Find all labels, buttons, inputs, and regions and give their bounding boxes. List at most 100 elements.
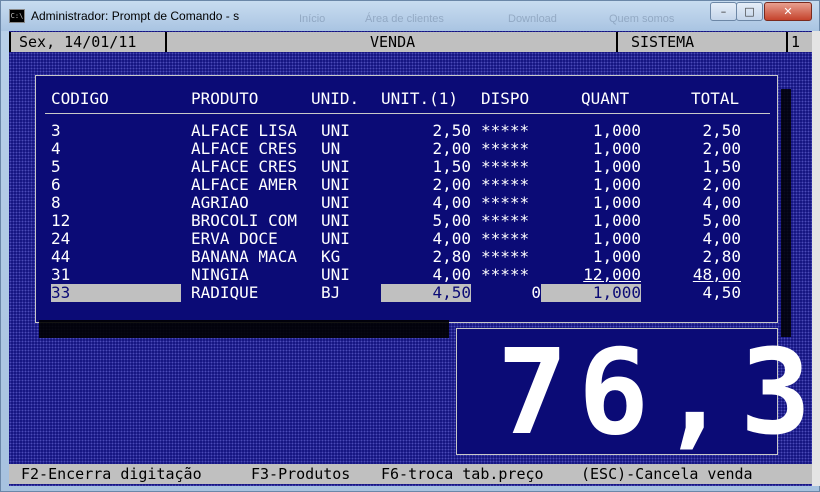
header-quantity: QUANT [581, 89, 630, 108]
cell-total: 4,00 [702, 229, 741, 248]
close-icon: ✕ [783, 5, 793, 18]
cell-code: 12 [51, 211, 71, 230]
cell-total: 2,50 [702, 121, 741, 140]
ghost-nav-item: Quem somos [609, 13, 675, 25]
ghost-nav-item: Início [299, 13, 326, 25]
header-code: CODIGO [51, 89, 109, 108]
ghost-nav-item: Área de clientes [365, 13, 444, 25]
items-grid[interactable]: CODIGO PRODUTO UNID. UNIT.(1) DISPO QUAN… [35, 75, 778, 323]
cell-total: 48,00 [692, 265, 741, 284]
header-divider [45, 113, 770, 114]
cell-code: 5 [51, 157, 61, 176]
close-button[interactable]: ✕ [764, 2, 812, 21]
cell-available: ***** [481, 211, 530, 230]
cell-quantity: 1,000 [592, 193, 641, 212]
table-row[interactable]: 5 ALFACE CRES UNI 1,50 ***** 1,000 1,50 [36, 158, 776, 176]
status-divider [786, 32, 788, 52]
maximize-icon: □ [744, 5, 755, 18]
cell-quantity[interactable]: 1,000 [541, 284, 641, 302]
cell-unit-price: 2,50 [432, 121, 471, 140]
cmd-icon: C:\ [9, 9, 25, 23]
minimize-icon: – [720, 5, 727, 18]
cell-code[interactable]: 33 [51, 284, 181, 302]
cell-unit: KG [321, 247, 341, 266]
cell-product: ERVA DOCE [191, 229, 278, 248]
cell-available: ***** [481, 229, 530, 248]
cell-code: 6 [51, 175, 61, 194]
cell-product: AGRIAO [191, 193, 249, 212]
cell-unit-price[interactable]: 4,50 [381, 284, 471, 302]
status-section: SISTEMA [631, 33, 695, 51]
cell-unit-price: 5,00 [432, 211, 471, 230]
cell-product: ALFACE LISA [191, 121, 297, 140]
table-row[interactable]: 44 BANANA MACA KG 2,80 ***** 1,000 2,80 [36, 248, 776, 266]
cell-quantity: 1,000 [592, 175, 641, 194]
table-row[interactable]: 24 ERVA DOCE UNI 4,00 ***** 1,000 4,00 [36, 230, 776, 248]
ghost-nav-item: Download [508, 13, 557, 25]
cell-code: 3 [51, 121, 61, 140]
cell-unit-price: 4,00 [432, 193, 471, 212]
window-title: Administrador: Prompt de Comando - s [31, 9, 240, 23]
table-row[interactable]: 4 ALFACE CRES UN 2,00 ***** 1,000 2,00 [36, 140, 776, 158]
cell-available: ***** [481, 193, 530, 212]
cell-unit: UNI [321, 229, 350, 248]
cell-total: 2,00 [702, 175, 741, 194]
table-row[interactable]: 31 NINGIA UNI 4,00 ***** 12,000 48,00 [36, 266, 776, 284]
status-mode: VENDA [370, 33, 416, 51]
console-area[interactable]: Sex, 14/01/11 VENDA SISTEMA 1 CODIGO PRO… [9, 31, 812, 486]
status-bar: Sex, 14/01/11 VENDA SISTEMA 1 [9, 32, 812, 52]
cell-code: 31 [51, 265, 71, 284]
header-unit-price: UNIT.(1) [381, 89, 459, 108]
cell-unit: UNI [321, 157, 350, 176]
cell-code: 8 [51, 193, 61, 212]
cell-product: ALFACE AMER [191, 175, 297, 194]
header-total: TOTAL [691, 89, 740, 108]
cell-total: 2,00 [702, 139, 741, 158]
grand-total-value: 76,30 [497, 323, 812, 461]
grid-shadow [781, 89, 791, 337]
cell-product: BROCOLI COM [191, 211, 297, 230]
cell-product: ALFACE CRES [191, 139, 297, 158]
cell-available: ***** [481, 139, 530, 158]
cell-unit: UNI [321, 121, 350, 140]
cell-available: ***** [481, 265, 530, 284]
console-window: C:\ Administrador: Prompt de Comando - s… [0, 0, 820, 492]
cell-quantity: 1,000 [592, 157, 641, 176]
cell-unit: UNI [321, 211, 350, 230]
fkey-finish-entry[interactable]: F2-Encerra digitação [21, 465, 202, 483]
cell-available: ***** [481, 157, 530, 176]
status-divider [9, 32, 11, 52]
cell-total: 1,50 [702, 157, 741, 176]
table-row[interactable]: 33 RADIQUE BJ 4,50 0 1,000 4,50 [36, 284, 776, 302]
cell-available: ***** [481, 247, 530, 266]
cell-product: NINGIA [191, 265, 249, 284]
fkey-price-table[interactable]: F6-troca tab.preço [381, 465, 544, 483]
status-date: Sex, 14/01/11 [19, 33, 137, 51]
maximize-button[interactable]: □ [736, 2, 763, 21]
cell-total: 5,00 [702, 211, 741, 230]
cell-unit: UNI [321, 175, 350, 194]
minimize-button[interactable]: – [710, 2, 737, 21]
cell-code: 44 [51, 247, 71, 266]
table-row[interactable]: 6 ALFACE AMER UNI 2,00 ***** 1,000 2,00 [36, 176, 776, 194]
cell-quantity: 12,000 [583, 265, 641, 284]
title-bar[interactable]: C:\ Administrador: Prompt de Comando - s… [1, 1, 819, 31]
status-divider [616, 32, 618, 52]
table-row[interactable]: 8 AGRIAO UNI 4,00 ***** 1,000 4,00 [36, 194, 776, 212]
cell-total: 4,50 [702, 283, 741, 302]
cell-quantity: 1,000 [592, 211, 641, 230]
table-row[interactable]: 12 BROCOLI COM UNI 5,00 ***** 1,000 5,00 [36, 212, 776, 230]
fkey-cancel-sale[interactable]: (ESC)-Cancela venda [581, 465, 753, 483]
grand-total-box: 76,30 [456, 328, 812, 455]
fkey-products[interactable]: F3-Produtos [251, 465, 350, 483]
cell-total: 2,80 [702, 247, 741, 266]
table-row[interactable]: 3 ALFACE LISA UNI 2,50 ***** 1,000 2,50 [36, 122, 776, 140]
vertical-scrollbar[interactable] [812, 31, 820, 486]
cell-unit: UN [321, 139, 341, 158]
status-divider [165, 32, 167, 52]
cell-unit-price: 2,00 [432, 139, 471, 158]
cell-unit-price: 1,50 [432, 157, 471, 176]
cell-quantity: 1,000 [592, 139, 641, 158]
cell-unit-price: 2,00 [432, 175, 471, 194]
cell-quantity: 1,000 [592, 229, 641, 248]
